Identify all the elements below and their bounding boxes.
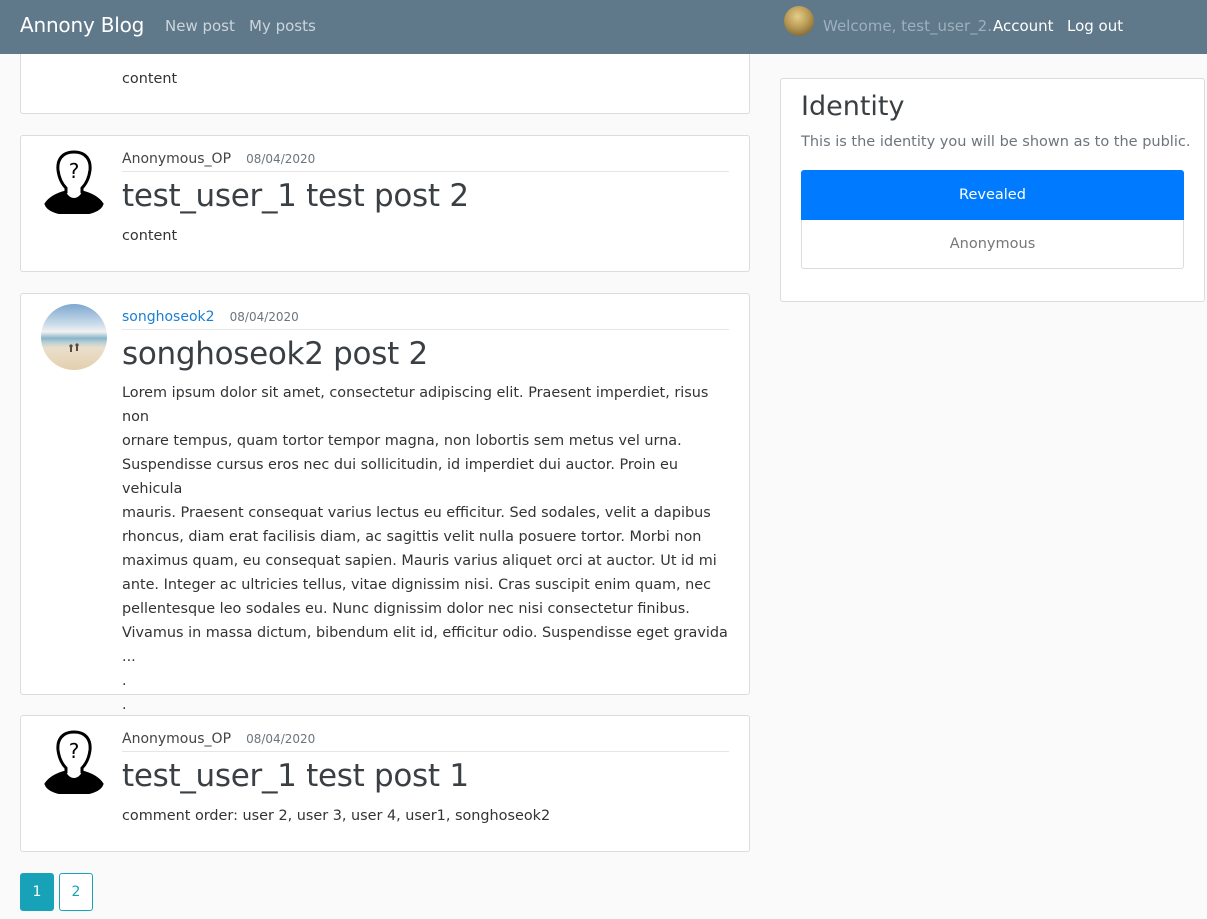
post-author-link[interactable]: songhoseok2 [122, 309, 215, 325]
logout-link[interactable]: Log out [1067, 17, 1123, 35]
content-line: pellentesque leo sodales eu. Nunc dignis… [122, 601, 690, 617]
post-title[interactable]: test_user_1 test post 1 [122, 758, 469, 794]
revealed-button[interactable]: Revealed [801, 170, 1184, 220]
pagination: 1 2 [20, 873, 93, 911]
svg-text:?: ? [69, 159, 80, 183]
anonymous-avatar-icon: ? [44, 730, 104, 794]
post-meta: songhoseok2 08/04/2020 [122, 306, 729, 330]
post-meta: Anonymous_OP 08/04/2020 [122, 728, 729, 752]
post-card: ? Anonymous_OP 08/04/2020 test_user_1 te… [20, 135, 750, 272]
identity-card: Identity This is the identity you will b… [780, 78, 1205, 302]
content-line: mauris. Praesent consequat varius lectus… [122, 505, 711, 521]
post-author: Anonymous_OP [122, 151, 232, 167]
identity-description: This is the identity you will be shown a… [801, 134, 1191, 150]
post-card: songhoseok2 08/04/2020 songhoseok2 post … [20, 293, 750, 737]
content-line: rhoncus, diam erat facilisis diam, ac sa… [122, 529, 702, 545]
post-content: content [122, 71, 178, 87]
page-button-2[interactable]: 2 [59, 873, 93, 911]
beach-photo-icon [69, 343, 79, 352]
post-card: ? Anonymous_OP 08/04/2020 test_user_1 te… [20, 715, 750, 852]
new-post-link[interactable]: New post [165, 17, 235, 35]
top-navbar: Annony Blog New post My posts Welcome, t… [0, 0, 1207, 54]
content-line: Lorem ipsum dolor sit amet, consectetur … [122, 385, 709, 425]
anonymous-button[interactable]: Anonymous [801, 220, 1184, 269]
post-title[interactable]: test_user_1 test post 2 [122, 178, 469, 214]
svg-text:?: ? [69, 739, 80, 763]
post-author: Anonymous_OP [122, 731, 232, 747]
content-line: . [122, 673, 127, 689]
page-button-1[interactable]: 1 [20, 873, 54, 911]
anonymous-avatar-icon: ? [44, 150, 104, 214]
post-meta: Anonymous_OP 08/04/2020 [122, 148, 729, 172]
post-title[interactable]: songhoseok2 post 2 [122, 336, 428, 372]
post-content: content [122, 228, 178, 244]
account-link[interactable]: Account [993, 17, 1054, 35]
content-line: maximus quam, eu consequat sapien. Mauri… [122, 553, 717, 569]
post-content: comment order: user 2, user 3, user 4, u… [122, 808, 551, 824]
post-content: Lorem ipsum dolor sit amet, consectetur … [122, 381, 732, 741]
post-date: 08/04/2020 [246, 732, 316, 746]
welcome-text: Welcome, test_user_2. [823, 17, 992, 35]
user-avatar [784, 6, 814, 36]
identity-title: Identity [801, 91, 905, 122]
post-date: 08/04/2020 [246, 152, 316, 166]
my-posts-link[interactable]: My posts [249, 17, 316, 35]
brand-logo[interactable]: Annony Blog [20, 13, 144, 37]
content-line: Suspendisse cursus eros nec dui sollicit… [122, 457, 678, 497]
post-date: 08/04/2020 [229, 310, 299, 324]
content-line: ornare tempus, quam tortor tempor magna,… [122, 433, 682, 449]
author-avatar [41, 304, 107, 370]
content-line: Vivamus in massa dictum, bibendum elit i… [122, 625, 728, 665]
content-line: ante. Integer ac ultricies tellus, vitae… [122, 577, 712, 593]
content-line: . [122, 697, 127, 713]
